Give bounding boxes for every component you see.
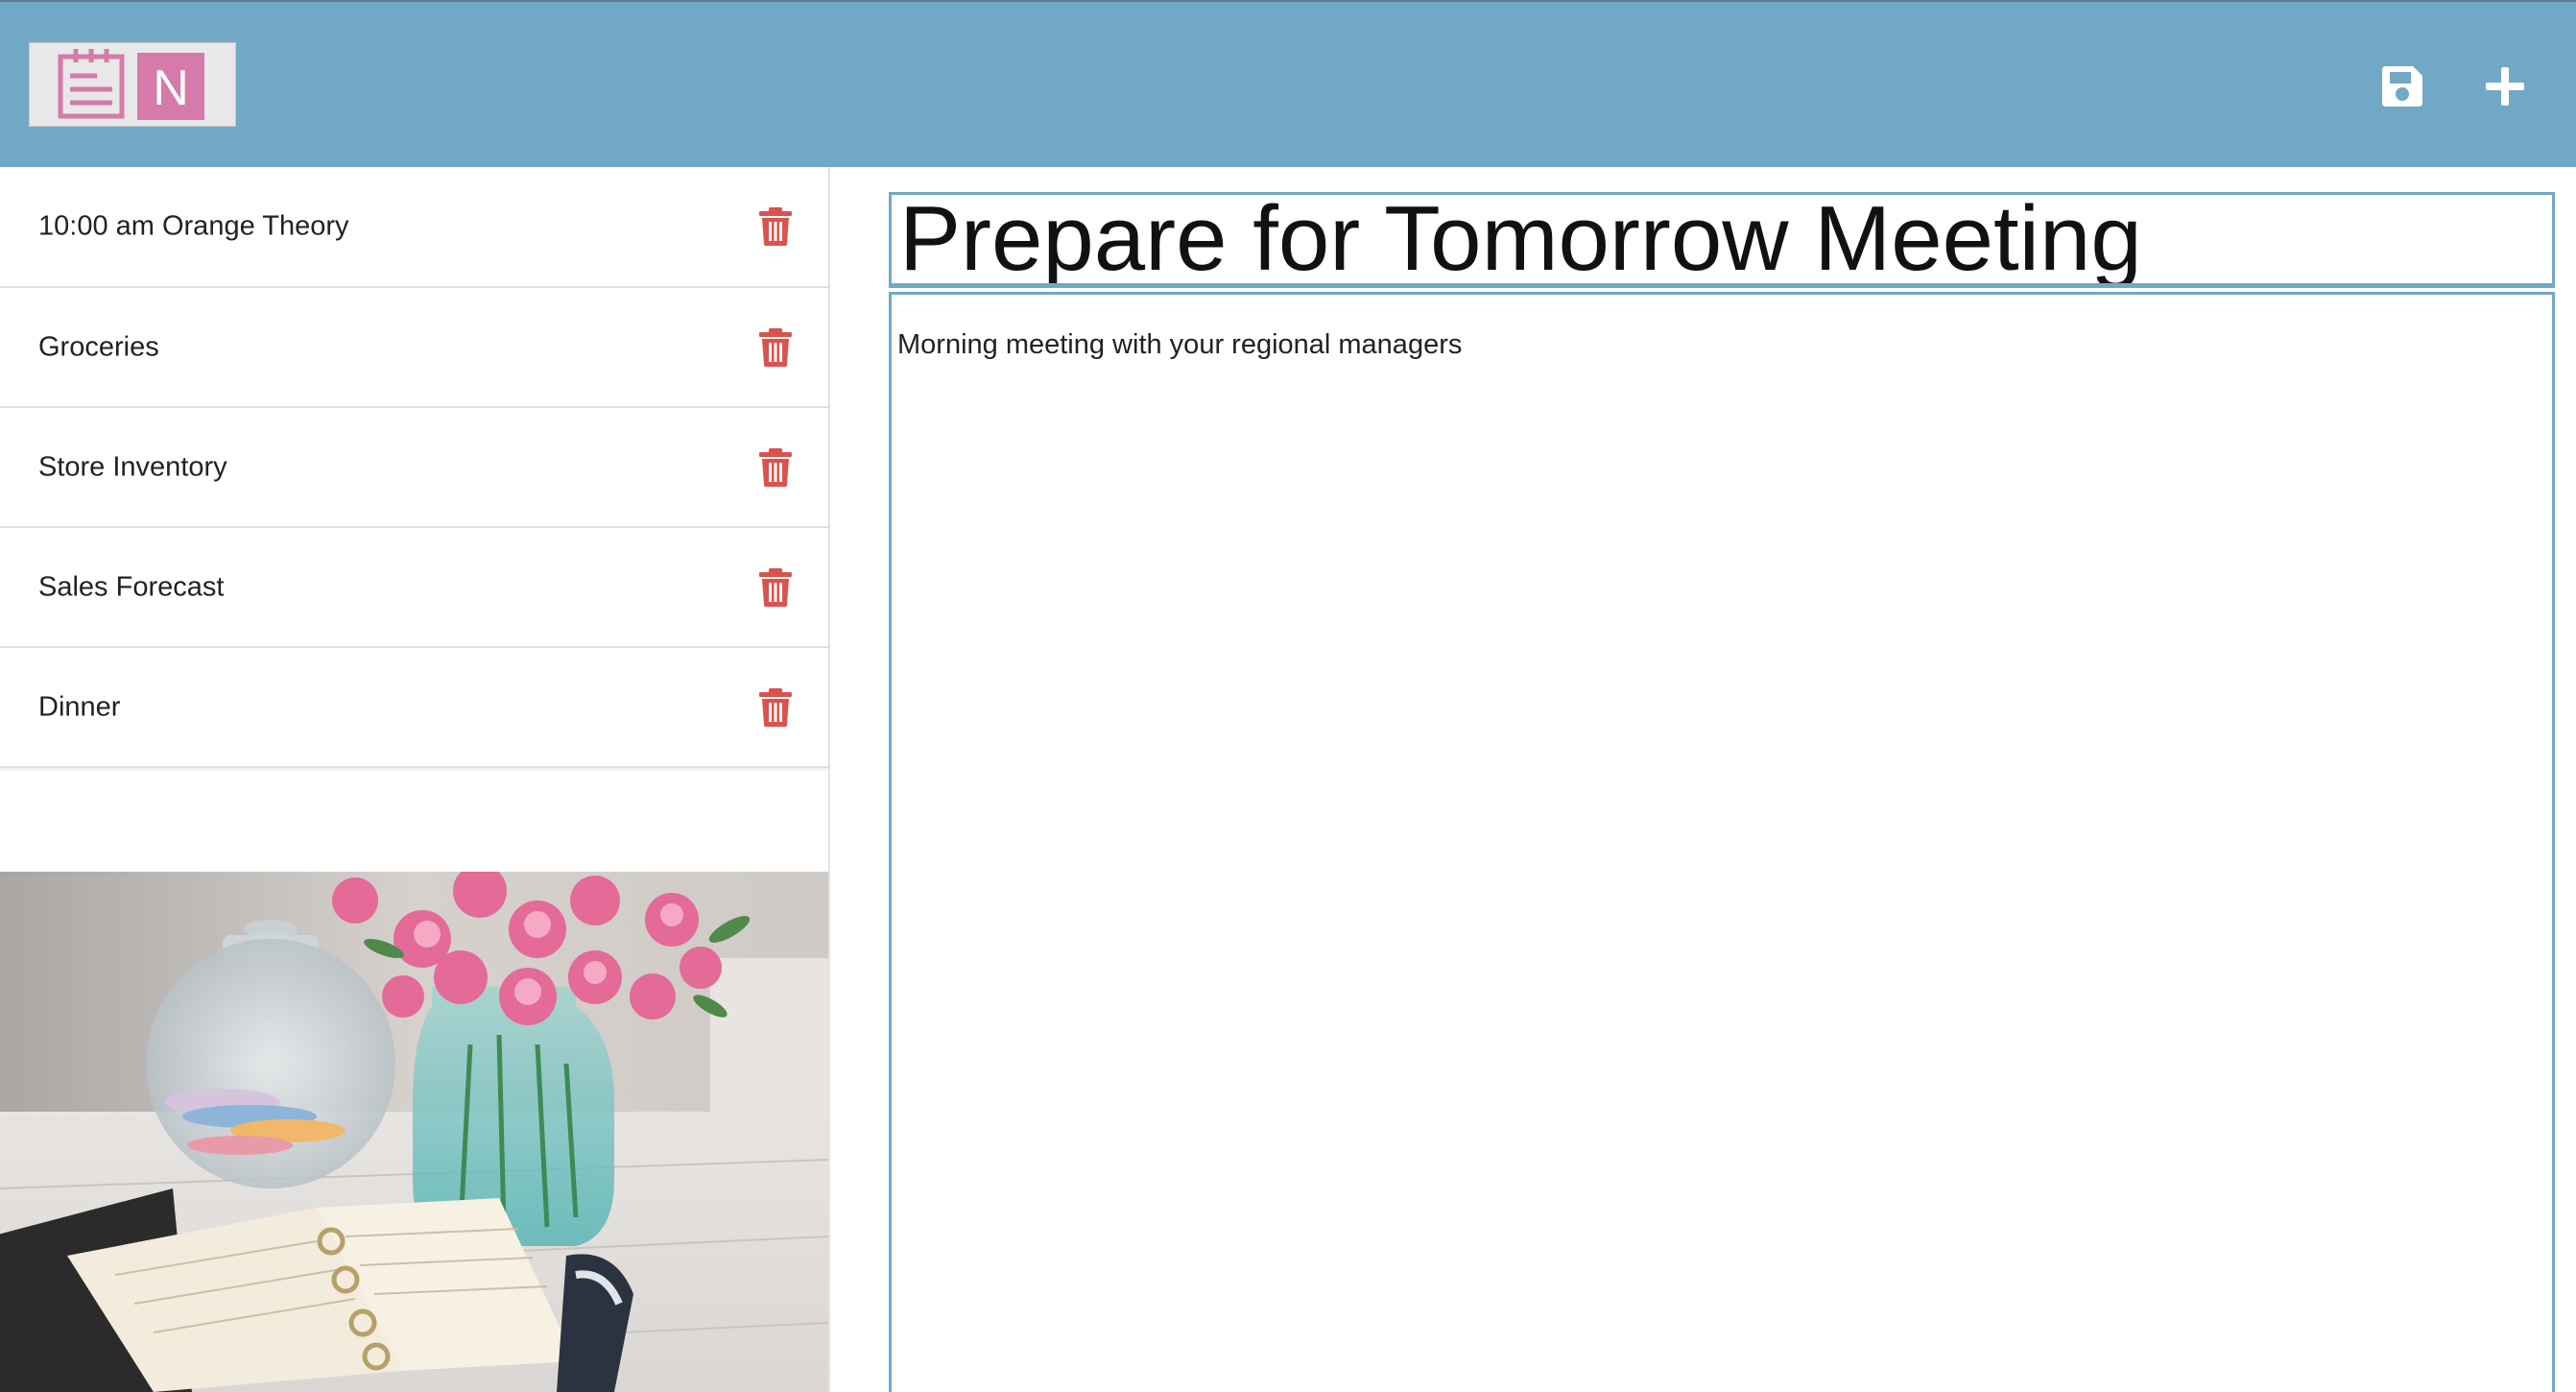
logo-letter: N [153,60,189,116]
trash-icon[interactable] [758,687,793,727]
note-title: Dinner [38,691,121,722]
navbar: N [0,0,2576,167]
note-item-store-inventory[interactable]: Store Inventory [0,408,828,528]
note-item-dinner[interactable]: Dinner [0,648,828,768]
app-logo[interactable]: N [29,42,236,127]
save-button[interactable] [2368,52,2437,121]
note-list: 10:00 am Orange Theory Groceries Store I… [0,167,828,768]
note-title-input[interactable] [889,192,2555,288]
add-note-button[interactable] [2470,52,2540,121]
note-title: 10:00 am Orange Theory [38,210,349,242]
note-title: Sales Forecast [38,571,225,602]
note-editor: Morning meeting with your regional manag… [889,192,2555,1392]
decorative-flowers-photo [0,872,828,1392]
trash-icon[interactable] [758,207,793,246]
note-title: Store Inventory [38,451,227,482]
flowers-planner-image [0,872,828,1392]
trash-icon[interactable] [758,327,793,367]
note-item-groceries[interactable]: Groceries [0,288,828,408]
note-title: Groceries [38,331,159,362]
notepad-logo-icon: N [58,49,204,120]
plus-icon [2486,67,2524,106]
note-body-textarea[interactable]: Morning meeting with your regional manag… [889,292,2555,1392]
note-item-orange-theory[interactable]: 10:00 am Orange Theory [0,167,828,288]
note-item-sales-forecast[interactable]: Sales Forecast [0,528,828,648]
trash-icon[interactable] [758,567,793,607]
trash-icon[interactable] [758,447,793,487]
floppy-disk-icon [2382,66,2422,107]
sidebar: 10:00 am Orange Theory Groceries Store I… [0,167,830,1392]
